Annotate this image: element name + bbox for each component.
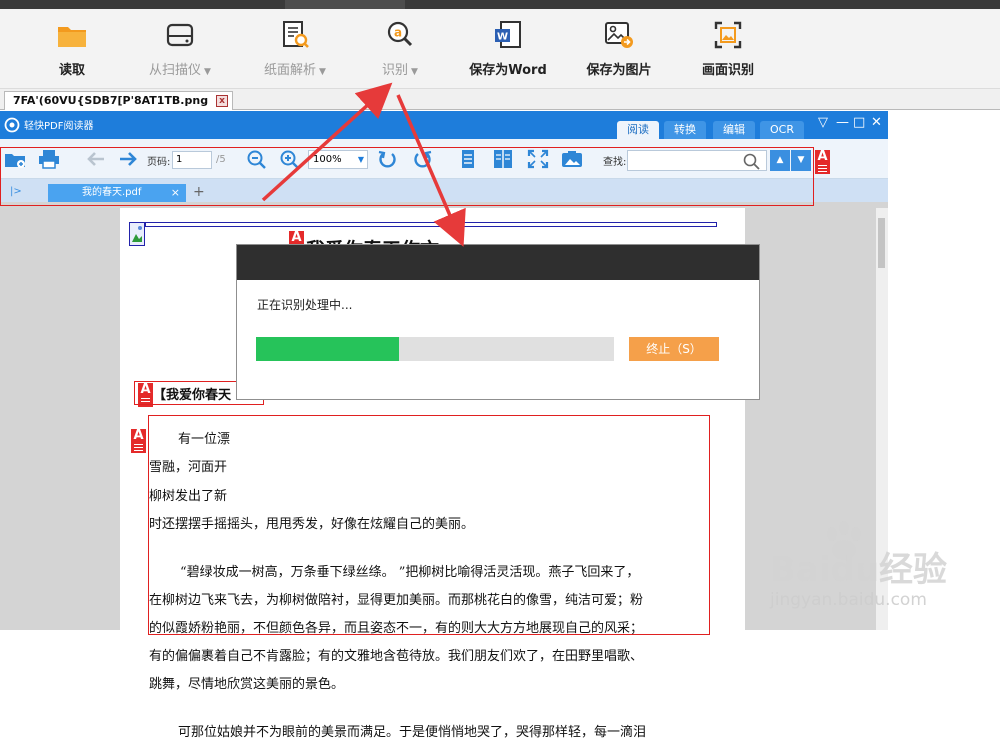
tab-convert[interactable]: 转换 — [664, 121, 706, 139]
save-image-icon — [605, 22, 633, 48]
watermark-url: jingyan.baidu.com — [770, 590, 927, 610]
save-as-image-label: 保存为图片 — [586, 63, 652, 78]
chevron-down-icon: ▼ — [204, 67, 211, 77]
watermark: Baidu经验 jingyan.baidu.com — [770, 520, 1000, 630]
body-line: 在柳树边飞来飞去，为柳树做陪衬，显得更加美丽。而那桃花白的像雪，纯洁可爱；粉 — [149, 593, 644, 608]
body-line: 有的偏偏裹着自己不肯露脸；有的文雅地含苞待放。我们朋友们欢了，在田野里唱歌、 — [149, 649, 644, 664]
file-tab[interactable]: 7FA'(60VU{SDB7[P'8AT1TB.png x — [4, 91, 234, 110]
from-scanner-button[interactable]: 从扫描仪 ▼ — [120, 19, 240, 78]
ribbon-toolbar: 读取 从扫描仪 ▼ 纸面解析 ▼ a 识别 ▼ W 保存为Word 保存为图片 画面识… — [0, 9, 1000, 89]
body-line: 跳舞，尽情地欣赏这美丽的景色。 — [149, 677, 345, 692]
screen-capture-icon — [714, 21, 742, 49]
reader-title: 轻快PDF阅读器 — [24, 121, 94, 132]
chevron-down-icon: ▼ — [411, 67, 418, 77]
save-as-word-button[interactable]: W 保存为Word — [448, 19, 568, 78]
paper-parse-label: 纸面解析 — [264, 63, 317, 78]
from-scanner-label: 从扫描仪 — [149, 63, 202, 78]
watermark-text: Baidu经验 — [770, 550, 948, 590]
svg-text:W: W — [497, 32, 508, 43]
tab-ocr[interactable]: OCR — [760, 121, 804, 139]
body-line: 柳树发出了新 — [149, 489, 228, 504]
text-region-icon: A — [131, 429, 146, 453]
app-logo-icon — [4, 117, 20, 133]
progress-bar — [256, 337, 614, 361]
scanner-icon — [166, 23, 194, 47]
save-as-word-label: 保存为Word — [469, 63, 547, 78]
screen-recognize-button[interactable]: 画面识别 — [668, 19, 788, 78]
dialog-header — [237, 245, 759, 280]
close-icon[interactable]: ✕ — [871, 116, 882, 130]
image-region-icon — [129, 222, 145, 246]
recognize-icon: a — [387, 21, 413, 47]
read-label: 读取 — [58, 63, 85, 78]
close-tab-button[interactable]: x — [216, 95, 229, 107]
stop-button[interactable]: 终止（S） — [629, 337, 719, 361]
recognize-button[interactable]: a 识别 ▼ — [340, 19, 460, 78]
chevron-down-icon: ▼ — [319, 67, 326, 77]
file-tab-name: 7FA'(60VU{SDB7[P'8AT1TB.png — [13, 94, 209, 107]
file-tab-bar: 7FA'(60VU{SDB7[P'8AT1TB.png x — [0, 89, 1000, 110]
progress-message: 正在识别处理中... — [257, 298, 353, 312]
body-line: 时还摆摆手摇摇头，甩甩秀发，好像在炫耀自己的美丽。 — [149, 517, 475, 532]
top-strip-segment — [285, 0, 405, 9]
document-search-icon — [283, 21, 309, 48]
highlight-frame — [0, 147, 814, 206]
recognize-label: 识别 — [382, 63, 409, 78]
ocr-region-frame — [145, 222, 717, 227]
word-icon: W — [495, 21, 521, 48]
recognition-progress-dialog: 正在识别处理中... 终止（S） — [236, 244, 760, 400]
body-line: 的似霞娇粉艳丽，不但颜色各异，而且姿态不一，有的则大大方方地展现自己的风采； — [149, 621, 644, 636]
minimize-icon[interactable]: — — [836, 116, 849, 130]
text-region-icon: A — [815, 150, 830, 174]
scrollbar-thumb[interactable] — [878, 218, 885, 268]
top-strip — [0, 0, 1000, 9]
svg-text:a: a — [394, 26, 402, 40]
tab-read[interactable]: 阅读 — [617, 121, 659, 139]
reader-title-bar: 轻快PDF阅读器 阅读 转换 编辑 OCR ▽ — □ ✕ — [0, 111, 888, 139]
body-line: 可那位姑娘并不为眼前的美景而满足。于是便悄悄地哭了，哭得那样轻，每一滴泪 — [178, 725, 647, 740]
body-line: 雪融，河面开 — [149, 460, 228, 475]
screen-recognize-label: 画面识别 — [701, 63, 754, 78]
maximize-icon[interactable]: □ — [853, 116, 865, 130]
folder-icon — [58, 27, 86, 47]
save-as-image-button[interactable]: 保存为图片 — [559, 19, 679, 78]
progress-bar-fill — [256, 337, 400, 361]
body-line: “碧绿妆成一树高，万条垂下绿丝绦。 ”把柳树比喻得活灵活现。燕子飞回来了， — [180, 565, 640, 580]
body-line: 有一位漂 — [178, 432, 231, 447]
read-button[interactable]: 读取 — [12, 19, 132, 78]
paper-parse-button[interactable]: 纸面解析 ▼ — [235, 19, 355, 78]
menu-dropdown-icon[interactable]: ▽ — [818, 116, 828, 130]
tab-edit[interactable]: 编辑 — [713, 121, 755, 139]
